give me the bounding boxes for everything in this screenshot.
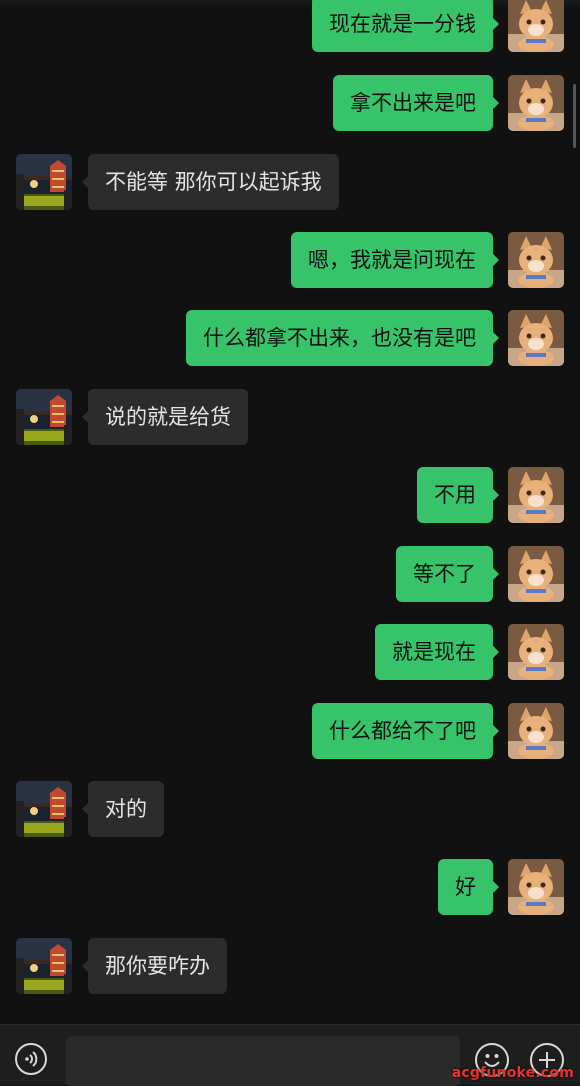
night-building-avatar-image <box>16 389 72 445</box>
chat-scrollbar[interactable] <box>573 84 576 148</box>
voice-button[interactable] <box>15 1043 47 1075</box>
cat-avatar-image <box>508 75 564 131</box>
night-building-avatar[interactable] <box>16 781 72 837</box>
night-building-avatar-image <box>16 154 72 210</box>
message-bubble-sent[interactable]: 嗯，我就是问现在 <box>291 232 499 288</box>
message-row-sent: 嗯，我就是问现在 <box>0 232 580 288</box>
cat-avatar[interactable] <box>508 0 564 52</box>
message-input-bar: acgfunoke.com <box>0 1024 580 1086</box>
cat-avatar[interactable] <box>508 703 564 759</box>
message-bubble-sent[interactable]: 什么都拿不出来，也没有是吧 <box>186 310 499 366</box>
message-row-received: 那你要咋办 <box>0 938 580 994</box>
night-building-avatar-image <box>16 938 72 994</box>
message-bubble-received[interactable]: 说的就是给货 <box>82 389 248 445</box>
message-row-sent: 等不了 <box>0 546 580 602</box>
cat-avatar-image <box>508 546 564 602</box>
watermark-text: acgfunoke.com <box>451 1065 574 1081</box>
night-building-avatar-image <box>16 781 72 837</box>
message-bubble-sent[interactable]: 等不了 <box>396 546 499 602</box>
cat-avatar-image <box>508 310 564 366</box>
message-bubble-received[interactable]: 对的 <box>82 781 164 837</box>
message-bubble-sent[interactable]: 不用 <box>417 467 499 523</box>
cat-avatar-image <box>508 859 564 915</box>
message-bubble-sent[interactable]: 好 <box>438 859 499 915</box>
message-text-field[interactable] <box>66 1036 460 1086</box>
cat-avatar[interactable] <box>508 310 564 366</box>
message-row-sent: 拿不出来是吧 <box>0 75 580 131</box>
message-row-received: 对的 <box>0 781 580 837</box>
message-row-received: 不能等 那你可以起诉我 <box>0 154 580 210</box>
message-row-sent: 不用 <box>0 467 580 523</box>
cat-avatar[interactable] <box>508 546 564 602</box>
chat-message-list[interactable]: 现在就是一分钱 拿不出来是吧 不能等 那你可以起诉我 嗯，我就是问现在 什么都拿… <box>0 0 580 1024</box>
cat-avatar-image <box>508 467 564 523</box>
message-bubble-sent[interactable]: 拿不出来是吧 <box>333 75 499 131</box>
message-row-sent: 什么都拿不出来，也没有是吧 <box>0 310 580 366</box>
message-bubble-sent[interactable]: 现在就是一分钱 <box>312 0 499 52</box>
message-row-sent: 现在就是一分钱 <box>0 0 580 52</box>
message-row-sent: 什么都给不了吧 <box>0 703 580 759</box>
cat-avatar-image <box>508 624 564 680</box>
message-row-sent: 就是现在 <box>0 624 580 680</box>
night-building-avatar[interactable] <box>16 154 72 210</box>
night-building-avatar[interactable] <box>16 389 72 445</box>
cat-avatar[interactable] <box>508 75 564 131</box>
cat-avatar[interactable] <box>508 624 564 680</box>
message-row-sent: 好 <box>0 859 580 915</box>
night-building-avatar[interactable] <box>16 938 72 994</box>
message-bubble-sent[interactable]: 什么都给不了吧 <box>312 703 499 759</box>
cat-avatar[interactable] <box>508 859 564 915</box>
cat-avatar[interactable] <box>508 467 564 523</box>
message-bubble-sent[interactable]: 就是现在 <box>375 624 499 680</box>
cat-avatar-image <box>508 0 564 52</box>
cat-avatar[interactable] <box>508 232 564 288</box>
voice-icon <box>25 1051 38 1067</box>
cat-avatar-image <box>508 232 564 288</box>
message-row-received: 说的就是给货 <box>0 389 580 445</box>
message-bubble-received[interactable]: 那你要咋办 <box>82 938 227 994</box>
cat-avatar-image <box>508 703 564 759</box>
message-bubble-received[interactable]: 不能等 那你可以起诉我 <box>82 154 339 210</box>
